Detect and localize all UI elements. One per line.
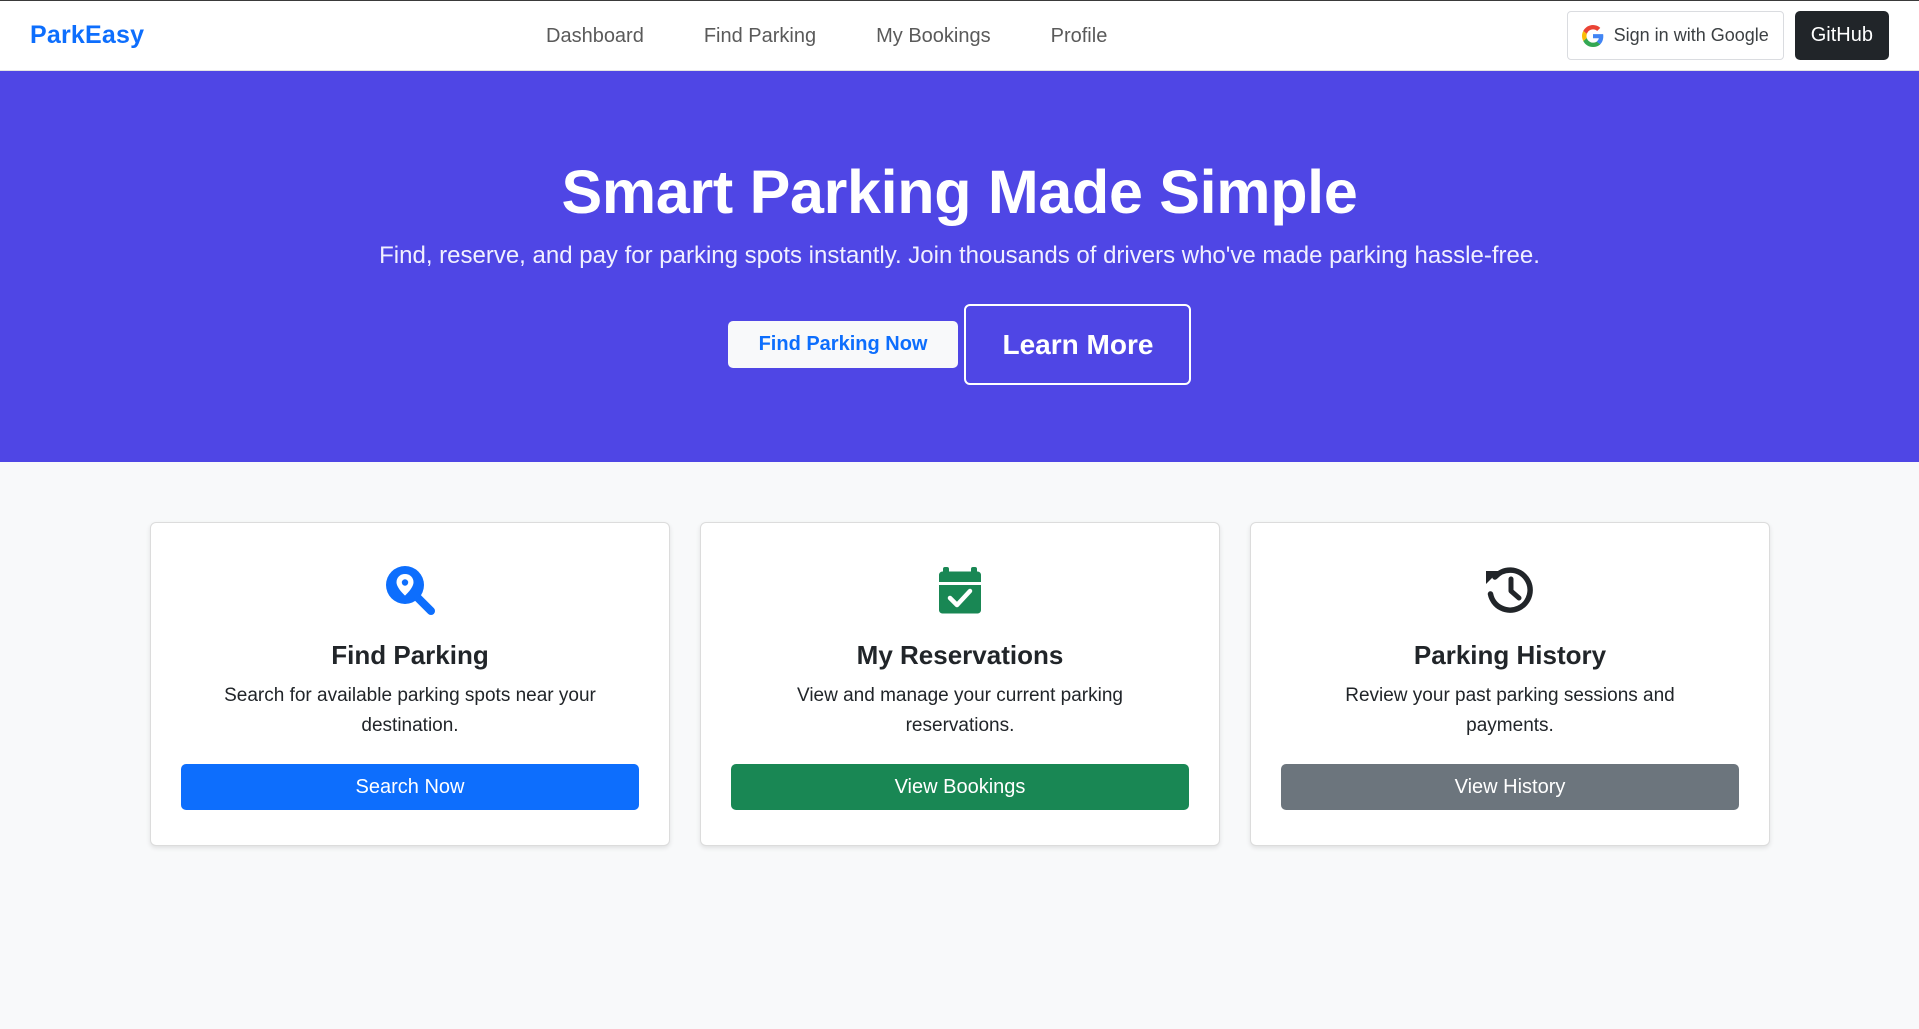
card-title: Find Parking — [331, 640, 489, 670]
view-history-button[interactable]: View History — [1281, 764, 1739, 810]
nav-link-my-bookings[interactable]: My Bookings — [846, 25, 1021, 48]
nav-link-profile[interactable]: Profile — [1021, 25, 1138, 48]
nav-link-find-parking[interactable]: Find Parking — [674, 25, 846, 48]
card-title: Parking History — [1413, 640, 1607, 670]
google-signin-button[interactable]: Sign in with Google — [1566, 11, 1784, 60]
card-title: My Reservations — [856, 640, 1064, 670]
card-find-parking: Find Parking Search for available parkin… — [150, 522, 670, 846]
nav-actions: Sign in with Google GitHub — [1566, 11, 1889, 60]
navbar: ParkEasy Dashboard Find Parking My Booki… — [0, 0, 1919, 71]
brand-logo[interactable]: ParkEasy — [30, 21, 144, 50]
nav-link-dashboard[interactable]: Dashboard — [516, 25, 674, 48]
hero-title: Smart Parking Made Simple — [561, 158, 1358, 226]
card-parking-history: Parking History Review your past parking… — [1250, 522, 1770, 846]
learn-more-button[interactable]: Learn More — [964, 304, 1192, 386]
calendar-check-icon — [933, 563, 987, 617]
hero-section: Smart Parking Made Simple Find, reserve,… — [0, 71, 1919, 462]
page: ParkEasy Dashboard Find Parking My Booki… — [0, 0, 1919, 1029]
search-now-button[interactable]: Search Now — [181, 764, 639, 810]
nav-links: Dashboard Find Parking My Bookings Profi… — [516, 1, 1137, 71]
card-text: Search for available parking spots near … — [224, 685, 596, 736]
hero-subtitle: Find, reserve, and pay for parking spots… — [379, 242, 1540, 270]
find-parking-now-button[interactable]: Find Parking Now — [727, 321, 959, 369]
feature-cards: Find Parking Search for available parkin… — [150, 522, 1770, 846]
card-my-reservations: My Reservations View and manage your cur… — [700, 522, 1220, 846]
card-text: View and manage your current parking res… — [796, 685, 1123, 736]
search-location-icon — [383, 563, 437, 617]
google-icon — [1581, 24, 1604, 47]
github-button[interactable]: GitHub — [1794, 11, 1889, 60]
google-signin-label: Sign in with Google — [1613, 25, 1769, 45]
hero-buttons: Find Parking Now Learn More — [0, 304, 1919, 386]
history-icon — [1483, 563, 1537, 617]
card-text: Review your past parking sessions and pa… — [1345, 685, 1675, 736]
view-bookings-button[interactable]: View Bookings — [731, 764, 1189, 810]
